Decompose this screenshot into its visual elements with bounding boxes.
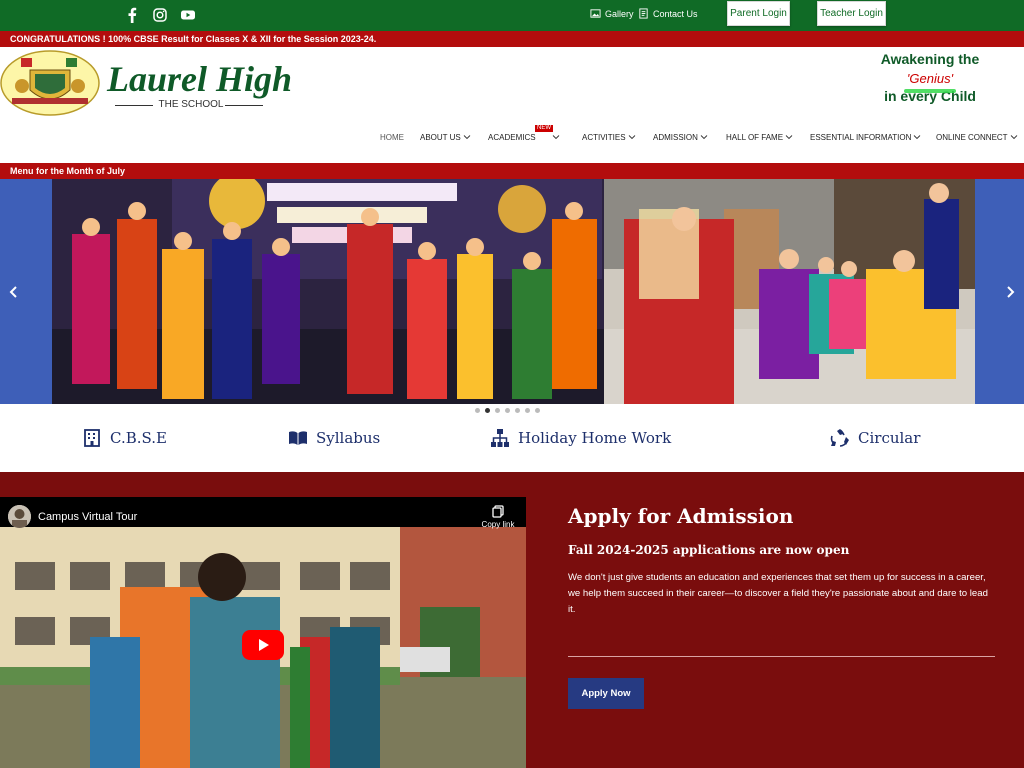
school-subtitle: THE SCHOOL bbox=[112, 99, 270, 110]
parent-login-button[interactable]: Parent Login bbox=[727, 1, 790, 26]
quick-link-cbse[interactable]: C.B.S.E bbox=[82, 428, 167, 448]
quick-link-syllabus-label: Syllabus bbox=[316, 429, 381, 447]
nav-home[interactable]: HOME bbox=[380, 131, 420, 143]
chevron-down-icon bbox=[628, 135, 635, 140]
admission-section: Campus Virtual Tour Copy link Apply for … bbox=[0, 472, 1024, 768]
slider-dot[interactable] bbox=[535, 408, 540, 413]
school-crest-logo[interactable] bbox=[0, 50, 100, 116]
nav-hall-of-fame[interactable]: HALL OF FAME bbox=[726, 131, 810, 143]
facebook-icon[interactable] bbox=[124, 7, 140, 23]
youtube-play-icon[interactable] bbox=[242, 630, 284, 660]
nav-hall-of-fame-label: HALL OF FAME bbox=[726, 132, 784, 142]
apply-now-button[interactable]: Apply Now bbox=[568, 678, 644, 709]
school-subtitle-text: THE SCHOOL bbox=[158, 99, 224, 110]
gallery-link[interactable]: Gallery bbox=[590, 8, 634, 19]
new-badge: NEW bbox=[535, 125, 553, 132]
chevron-down-icon bbox=[700, 135, 708, 140]
slider-dot[interactable] bbox=[525, 408, 530, 413]
teacher-login-button[interactable]: Teacher Login bbox=[817, 1, 886, 26]
tagline-genius: 'Genius' bbox=[860, 71, 1000, 93]
nav-activities-label: ACTIVITIES bbox=[582, 132, 626, 142]
nav-admission[interactable]: ADMISSION bbox=[653, 131, 726, 143]
building-icon bbox=[84, 429, 100, 447]
slider-next-arrow-icon[interactable] bbox=[1003, 283, 1017, 301]
contact-link[interactable]: Contact Us bbox=[638, 8, 698, 19]
slider-prev-arrow-icon[interactable] bbox=[7, 283, 21, 301]
nav-essential-label: ESSENTIAL INFORMATION bbox=[810, 132, 912, 142]
tagline: Awakening the 'Genius' in every Child bbox=[860, 51, 1000, 104]
quick-link-holiday-home-work[interactable]: Holiday Home Work bbox=[490, 428, 671, 448]
nav-academics-label: ACADEMICS bbox=[488, 132, 536, 142]
slider-dots bbox=[475, 408, 540, 413]
quick-link-cbse-label: C.B.S.E bbox=[110, 429, 167, 447]
admission-divider bbox=[568, 656, 995, 657]
nav-online-connect-label: ONLINE CONNECT bbox=[936, 132, 1008, 142]
quick-link-circular[interactable]: Circular bbox=[830, 428, 920, 448]
genius-underline bbox=[904, 89, 956, 93]
nav-academics[interactable]: ACADEMICS NEW bbox=[488, 125, 582, 143]
youtube-icon[interactable] bbox=[180, 7, 196, 23]
nav-about-us[interactable]: ABOUT US bbox=[420, 131, 488, 143]
slider-dot[interactable] bbox=[495, 408, 500, 413]
site-header: Laurel High THE SCHOOL Awakening the 'Ge… bbox=[0, 47, 1024, 163]
instagram-icon[interactable] bbox=[152, 7, 168, 23]
quick-link-syllabus[interactable]: Syllabus bbox=[288, 428, 380, 448]
page: Gallery Contact Us Parent Login Teacher … bbox=[0, 0, 1024, 768]
gallery-label: Gallery bbox=[605, 8, 634, 19]
quick-links-row: C.B.S.E Syllabus Holiday Home Work Circu… bbox=[0, 418, 1024, 472]
nav-activities[interactable]: ACTIVITIES bbox=[582, 131, 653, 143]
announcement-strip[interactable]: CONGRATULATIONS ! 100% CBSE Result for C… bbox=[0, 31, 1024, 47]
chevron-down-icon bbox=[552, 135, 559, 140]
quick-link-circular-label: Circular bbox=[858, 429, 921, 447]
tagline-genius-text: 'Genius' bbox=[906, 71, 954, 86]
chevron-down-icon bbox=[914, 135, 921, 140]
gallery-icon bbox=[590, 9, 601, 18]
slider-dot-active[interactable] bbox=[485, 408, 490, 413]
nav-admission-label: ADMISSION bbox=[653, 132, 698, 142]
nav-essential-information[interactable]: ESSENTIAL INFORMATION bbox=[810, 131, 936, 143]
nav-about-label: ABOUT US bbox=[420, 132, 461, 142]
copy-link-button[interactable]: Copy link bbox=[478, 505, 518, 529]
slide-image-children-costumes bbox=[604, 179, 975, 404]
main-nav: HOME ABOUT US ACADEMICS NEW ACTIVITIES AD… bbox=[380, 125, 1018, 143]
nav-online-connect[interactable]: ONLINE CONNECT bbox=[936, 131, 1018, 143]
slide-image-stage-performance bbox=[52, 179, 604, 404]
quick-link-holiday-label: Holiday Home Work bbox=[518, 429, 672, 447]
slider-dot[interactable] bbox=[505, 408, 510, 413]
campus-video-player[interactable]: Campus Virtual Tour Copy link bbox=[0, 497, 526, 768]
slider-dot[interactable] bbox=[515, 408, 520, 413]
chevron-down-icon bbox=[785, 135, 793, 140]
copy-link-label: Copy link bbox=[481, 520, 515, 529]
chevron-down-icon bbox=[1010, 135, 1017, 140]
admission-description: We don't just give students an education… bbox=[568, 572, 988, 615]
open-book-icon bbox=[289, 431, 307, 445]
sitemap-icon bbox=[491, 429, 509, 447]
contact-icon bbox=[639, 8, 648, 19]
contact-label: Contact Us bbox=[653, 8, 698, 19]
hero-slider bbox=[0, 179, 1024, 404]
admission-title: Apply for Admission bbox=[568, 504, 794, 528]
channel-avatar[interactable] bbox=[8, 505, 31, 528]
video-title[interactable]: Campus Virtual Tour bbox=[38, 511, 137, 523]
slider-dot[interactable] bbox=[475, 408, 480, 413]
recycle-icon bbox=[830, 429, 849, 447]
top-bar: Gallery Contact Us Parent Login Teacher … bbox=[0, 0, 1024, 31]
nav-home-label: HOME bbox=[380, 132, 404, 142]
menu-of-month-strip[interactable]: Menu for the Month of July bbox=[0, 163, 1024, 179]
admission-subtitle: Fall 2024-2025 applications are now open bbox=[568, 543, 850, 557]
school-name: Laurel High bbox=[107, 59, 293, 99]
copy-icon bbox=[492, 505, 504, 518]
tagline-line1: Awakening the bbox=[880, 51, 980, 67]
chevron-down-icon bbox=[463, 135, 471, 140]
